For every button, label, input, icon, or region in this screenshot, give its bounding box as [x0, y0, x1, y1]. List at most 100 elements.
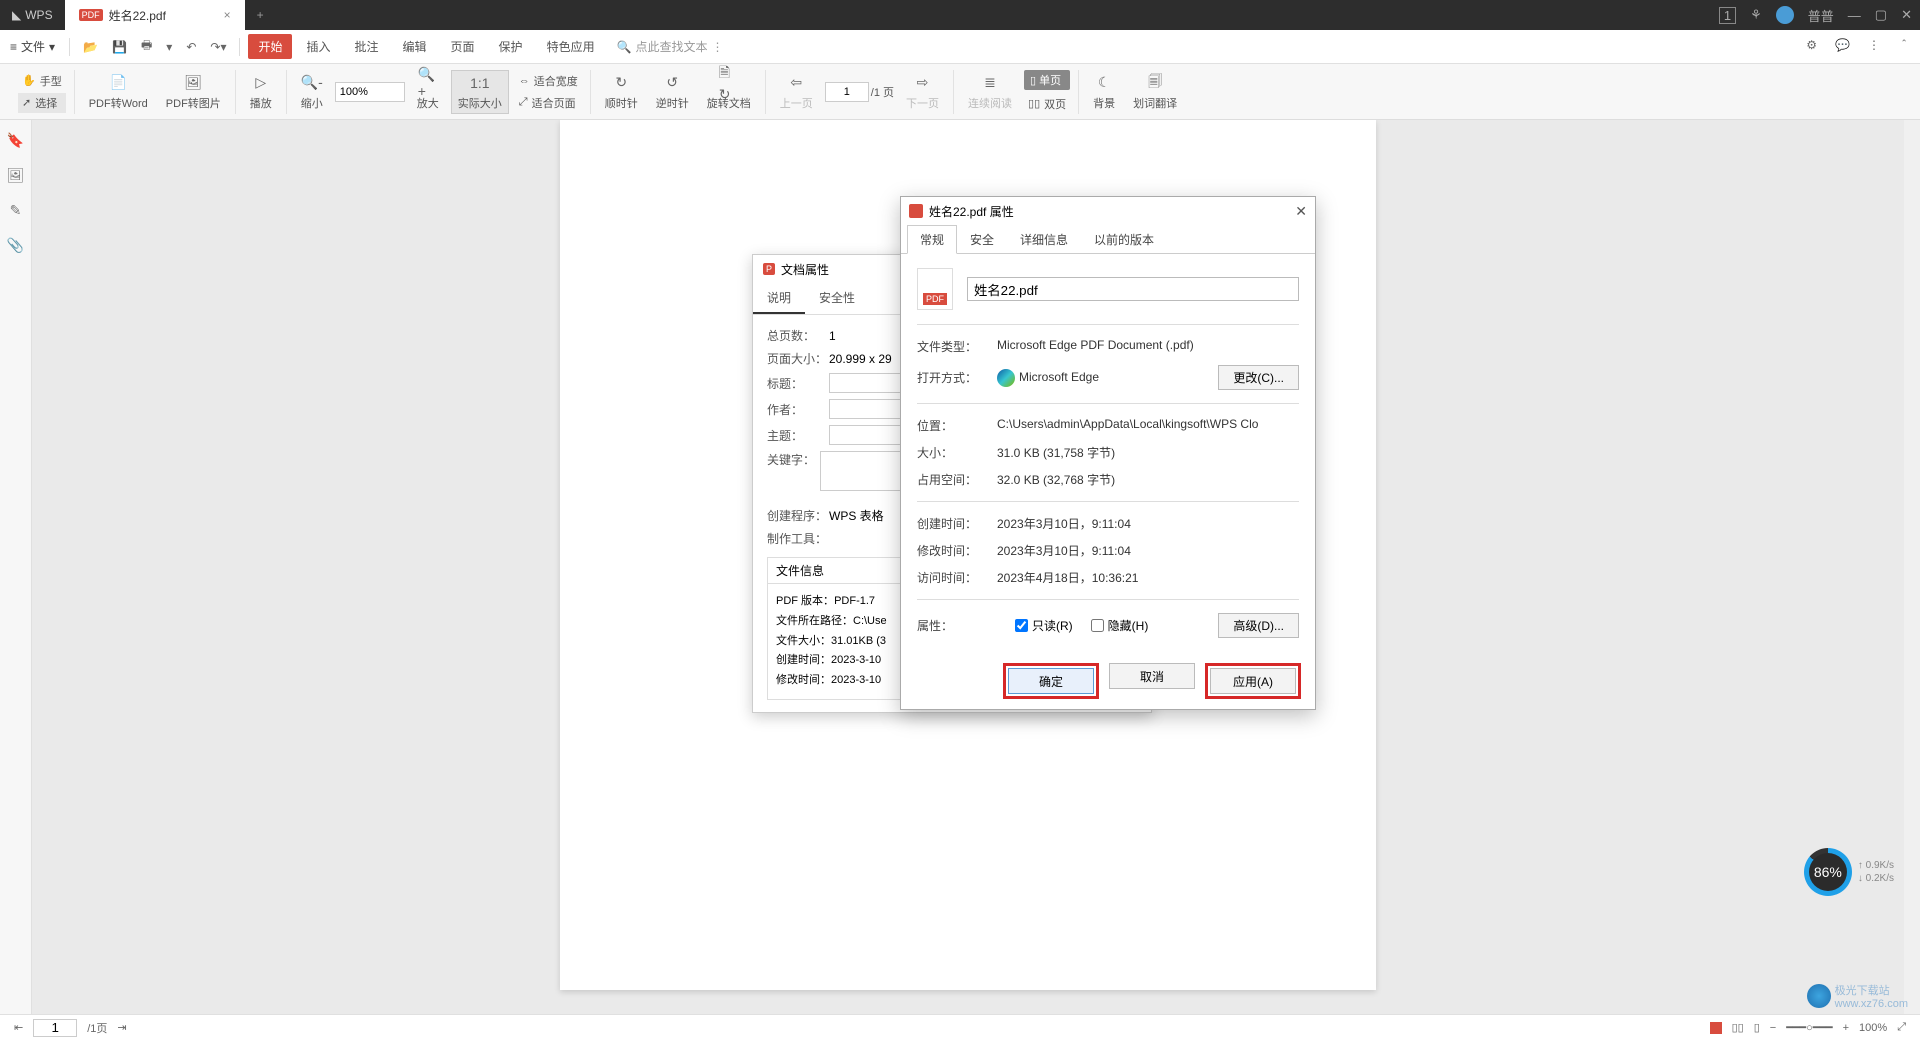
record-icon[interactable] — [1710, 1022, 1722, 1034]
tab-annotate[interactable]: 批注 — [345, 38, 389, 55]
zoom-input[interactable] — [335, 82, 405, 102]
tab-protect[interactable]: 保护 — [489, 38, 533, 55]
modified-label: 修改时间： — [917, 542, 997, 559]
zoom-out-status-icon[interactable]: − — [1770, 1022, 1776, 1034]
tab-security[interactable]: 安全 — [957, 225, 1007, 254]
single-page-button[interactable]: ▯ 单页 — [1024, 70, 1070, 90]
apply-button[interactable]: 应用(A) — [1210, 668, 1296, 694]
ok-highlight: 确定 — [1003, 663, 1099, 699]
status-page-input[interactable] — [33, 1019, 77, 1037]
title-bar: ◣ WPS PDF 姓名22.pdf × + 1 ⚘ 普普 — ▢ ✕ — [0, 0, 1920, 30]
fullscreen-icon[interactable]: ⤢ — [1897, 1021, 1906, 1034]
zoom-out-button[interactable]: 🔍-缩小 — [295, 71, 329, 113]
tab-close-button[interactable]: × — [224, 8, 231, 22]
creator-label: 创建程序： — [767, 507, 829, 524]
gift-icon[interactable]: ⚘ — [1750, 7, 1762, 23]
ok-button[interactable]: 确定 — [1008, 668, 1094, 694]
tab-general[interactable]: 常规 — [907, 225, 957, 254]
cancel-button[interactable]: 取消 — [1109, 663, 1195, 689]
readonly-checkbox[interactable]: 只读(R) — [1015, 617, 1073, 634]
zoom-in-button[interactable]: 🔍+放大 — [411, 71, 445, 113]
tab-previous-versions[interactable]: 以前的版本 — [1081, 225, 1167, 254]
title-label: 标题： — [767, 375, 829, 392]
annotation-icon[interactable]: ✎ — [10, 202, 22, 219]
attachment-icon[interactable]: 📎 — [7, 237, 24, 254]
hamburger-icon: ≡ — [10, 40, 17, 54]
kebab-icon[interactable]: ⋮ — [1868, 38, 1880, 55]
wps-logo: ◣ WPS — [0, 8, 65, 22]
apply-highlight: 应用(A) — [1205, 663, 1301, 699]
tab-start[interactable]: 开始 — [248, 34, 292, 59]
openwith-value: Microsoft Edge — [997, 369, 1218, 387]
feedback-icon[interactable]: 💬 — [1835, 38, 1850, 55]
hand-tool[interactable]: ✋手型 — [18, 71, 66, 91]
redo-icon[interactable]: ↷▾ — [205, 38, 231, 56]
continuous-reading-button[interactable]: ≣连续阅读 — [962, 71, 1018, 113]
rotate-doc-button[interactable]: 🗎↻旋转文档 — [701, 71, 757, 113]
zoom-in-status-icon[interactable]: + — [1843, 1022, 1849, 1034]
actual-size-button[interactable]: 1:1实际大小 — [451, 70, 509, 114]
close-button[interactable]: ✕ — [1295, 203, 1307, 220]
pdf-to-word-button[interactable]: 📄PDF转Word — [83, 71, 154, 113]
tab-edit[interactable]: 编辑 — [393, 38, 437, 55]
actual-size-icon: 1:1 — [470, 73, 490, 93]
gear-icon[interactable]: ⚙ — [1806, 38, 1817, 55]
separator — [239, 38, 240, 56]
first-page-icon[interactable]: ⇤ — [14, 1021, 23, 1034]
zoom-out-icon: 🔍- — [302, 73, 322, 93]
add-tab-button[interactable]: + — [245, 8, 276, 22]
tab-features[interactable]: 特色应用 — [537, 38, 605, 55]
filename-input[interactable] — [967, 277, 1299, 301]
hidden-checkbox[interactable]: 隐藏(H) — [1091, 617, 1149, 634]
fit-page-button[interactable]: ⤢适合页面 — [515, 93, 582, 113]
bookmark-icon[interactable]: 🔖 — [7, 132, 24, 149]
moon-icon: ☾ — [1094, 73, 1114, 93]
rotate-doc-icon: 🗎↻ — [719, 73, 739, 93]
file-menu[interactable]: ≡ 文件 ▾ — [10, 38, 55, 55]
fit-width-button[interactable]: ⇔适合宽度 — [515, 71, 582, 91]
background-button[interactable]: ☾背景 — [1087, 71, 1121, 113]
play-button[interactable]: ▷播放 — [244, 71, 278, 113]
advanced-button[interactable]: 高级(D)... — [1218, 613, 1299, 638]
view-mode-2-icon[interactable]: ▯ — [1754, 1021, 1760, 1034]
select-tool[interactable]: ➚选择 — [18, 93, 66, 113]
page-input[interactable] — [825, 82, 869, 102]
search-box[interactable]: 🔍 点此查找文本 ⋮ — [617, 38, 724, 55]
tab-description[interactable]: 说明 — [753, 283, 805, 314]
username-label[interactable]: 普普 — [1808, 6, 1834, 25]
document-tab[interactable]: PDF 姓名22.pdf × — [65, 0, 245, 30]
rotate-cw-button[interactable]: ↻顺时针 — [599, 71, 644, 113]
avatar-icon[interactable] — [1776, 6, 1794, 24]
upload-speed: ↑ 0.9K/s — [1858, 860, 1894, 871]
double-page-button[interactable]: ▯▯ 双页 — [1024, 94, 1070, 114]
prev-icon: ⇦ — [786, 73, 806, 93]
tab-insert[interactable]: 插入 — [296, 38, 340, 55]
rotate-ccw-button[interactable]: ↺逆时针 — [650, 71, 695, 113]
print-icon[interactable]: 🖶 — [136, 34, 157, 59]
zoom-slider[interactable]: ━━━○━━━ — [1786, 1021, 1832, 1034]
wps-label: WPS — [25, 8, 52, 22]
prev-page-button[interactable]: ⇦上一页 — [774, 71, 819, 113]
open-icon[interactable]: 📂 — [78, 38, 103, 56]
vertical-scrollbar[interactable] — [1904, 120, 1920, 1014]
change-openwith-button[interactable]: 更改(C)... — [1218, 365, 1299, 390]
print-dropdown-icon[interactable]: ▾ — [161, 38, 177, 56]
translate-button[interactable]: 🗐划词翻译 — [1127, 71, 1183, 113]
size-value: 31.0 KB (31,758 字节) — [997, 444, 1299, 461]
notification-badge[interactable]: 1 — [1719, 7, 1736, 24]
next-page-button[interactable]: ⇨下一页 — [900, 71, 945, 113]
undo-icon[interactable]: ↶ — [181, 38, 201, 56]
last-page-icon[interactable]: ⇥ — [117, 1021, 126, 1034]
thumbnail-icon[interactable]: 🖼 — [7, 167, 25, 184]
view-mode-1-icon[interactable]: ▯▯ — [1732, 1021, 1744, 1034]
tab-security[interactable]: 安全性 — [805, 283, 869, 314]
tab-page[interactable]: 页面 — [441, 38, 485, 55]
collapse-ribbon-icon[interactable]: ＾ — [1898, 38, 1910, 55]
pdf-to-image-button[interactable]: 🖼PDF转图片 — [160, 71, 227, 113]
maximize-button[interactable]: ▢ — [1875, 7, 1887, 23]
dialog-title-bar[interactable]: 姓名22.pdf 属性 ✕ — [901, 197, 1315, 225]
tab-details[interactable]: 详细信息 — [1007, 225, 1081, 254]
minimize-button[interactable]: — — [1848, 8, 1861, 23]
window-close-button[interactable]: ✕ — [1901, 7, 1912, 23]
save-icon[interactable]: 💾 — [107, 38, 132, 56]
